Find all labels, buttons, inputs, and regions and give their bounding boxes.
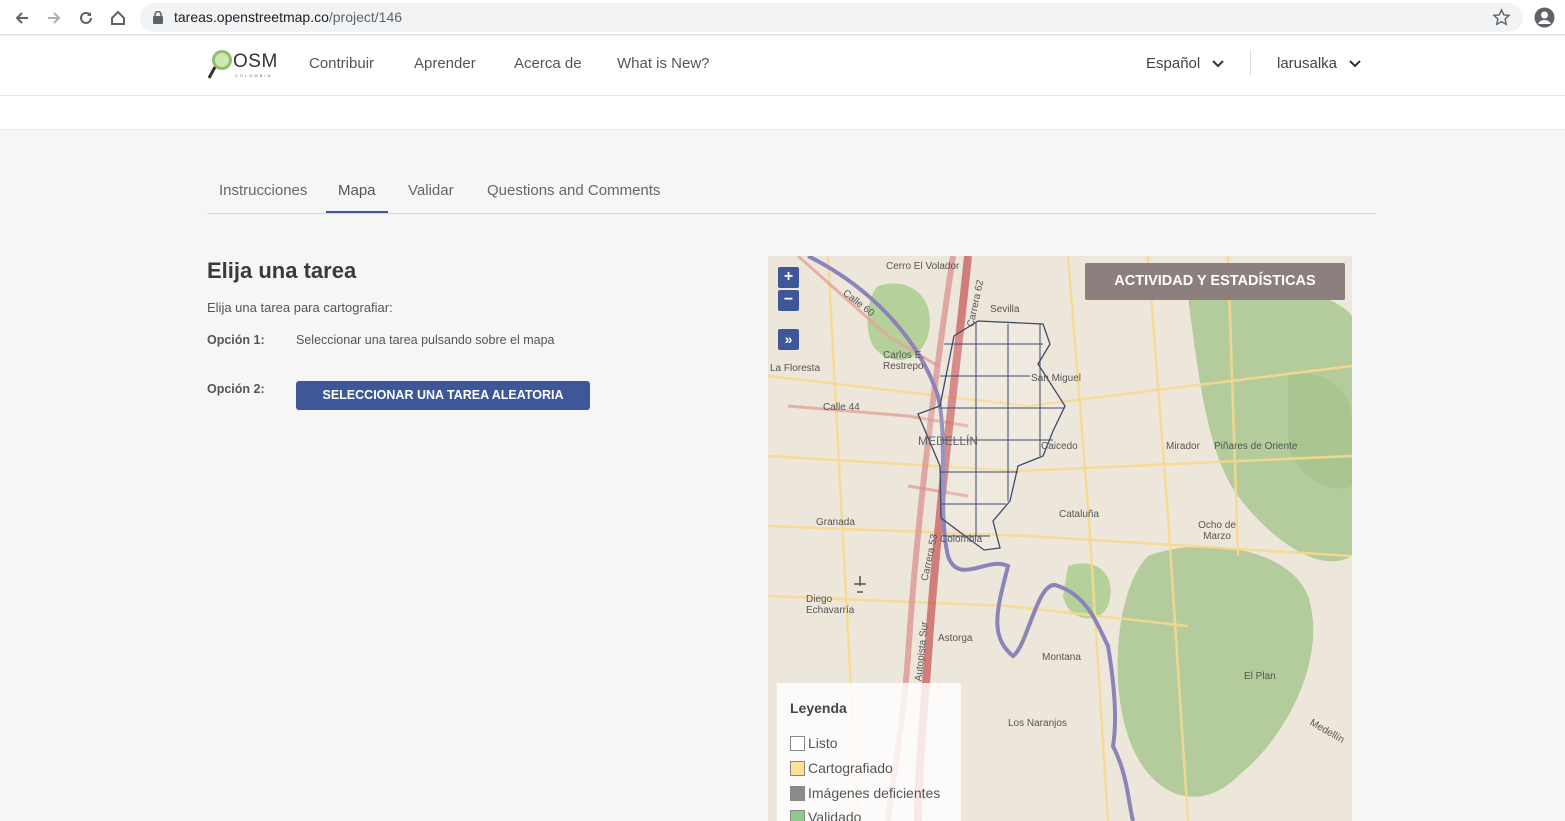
map-label: Montana <box>1042 652 1081 663</box>
map-label: Diego Echavarría <box>806 594 855 616</box>
reload-icon[interactable] <box>74 6 98 30</box>
map-legend: Leyenda Listo Cartografiado Imágenes def… <box>777 683 961 821</box>
user-menu[interactable]: larusalka <box>1277 55 1361 72</box>
legend-item-listo: Listo <box>790 735 838 751</box>
profile-icon[interactable] <box>1534 7 1555 28</box>
tab-instrucciones[interactable]: Instrucciones <box>219 182 307 211</box>
legend-item-cartografiado: Cartografiado <box>790 760 893 776</box>
nav-contribuir[interactable]: Contribuir <box>309 55 374 72</box>
header-divider <box>1250 50 1251 76</box>
bookmark-star-icon[interactable] <box>1492 8 1511 27</box>
map-label: Sevilla <box>990 304 1020 315</box>
osm-colombia-logo[interactable]: OSM COLOMBIA <box>207 45 283 85</box>
expand-sidebar-button[interactable]: » <box>778 329 799 350</box>
map-label: Cataluña <box>1059 509 1100 520</box>
map-label: Caicedo <box>1041 441 1078 452</box>
map-label: MEDELLÍN <box>918 434 979 448</box>
legend-item-imagenes-deficientes: Imágenes deficientes <box>790 785 940 801</box>
nav-acerca-de[interactable]: Acerca de <box>514 55 582 72</box>
task-map[interactable]: + − » ACTIVIDAD Y ESTADÍSTICAS Cerro El … <box>768 256 1352 821</box>
map-label: Ocho de Marzo <box>1198 520 1236 542</box>
tab-mapa[interactable]: Mapa <box>326 182 388 213</box>
magnifier-logo-icon <box>207 50 232 79</box>
back-icon[interactable] <box>10 6 34 30</box>
legend-swatch <box>790 735 805 751</box>
zoom-out-button[interactable]: − <box>778 290 799 311</box>
map-label: Cerro El Volador <box>886 261 960 272</box>
zoom-in-button[interactable]: + <box>778 267 799 288</box>
home-icon[interactable] <box>106 6 130 30</box>
map-label: Colombia <box>940 534 983 545</box>
tab-validar[interactable]: Validar <box>408 182 454 211</box>
map-label: Piñares de Oriente <box>1214 441 1298 452</box>
task-title: Elija una tarea <box>207 258 357 283</box>
tab-questions-and-comments[interactable]: Questions and Comments <box>487 182 660 211</box>
chevron-down-icon <box>1212 59 1224 67</box>
map-label: Mirador <box>1166 441 1200 452</box>
forward-icon[interactable] <box>42 6 66 30</box>
map-label: Granada <box>816 517 855 528</box>
legend-item-validado: Validado <box>790 809 861 821</box>
task-subtitle: Elija una tarea para cartografiar: <box>207 300 393 315</box>
map-label: Carlos E. Restrepo <box>883 350 925 372</box>
map-label: Calle 44 <box>823 402 860 413</box>
legend-swatch <box>790 760 805 776</box>
option1-label: Opción 1: <box>207 333 265 347</box>
map-label: San Miguel <box>1031 373 1082 384</box>
activity-stats-button[interactable]: ACTIVIDAD Y ESTADÍSTICAS <box>1085 263 1345 300</box>
address-bar[interactable]: tareas.openstreetmap.co/project/146 <box>140 3 1523 32</box>
map-label: El Plan <box>1244 671 1276 682</box>
lock-icon <box>153 11 163 24</box>
map-label: La Floresta <box>770 363 821 374</box>
header-band <box>0 96 1565 130</box>
nav-what-is-new[interactable]: What is New? <box>617 55 710 72</box>
chevron-down-icon <box>1349 59 1361 67</box>
map-label: Los Naranjos <box>1008 718 1067 729</box>
option2-label: Opción 2: <box>207 382 265 396</box>
language-selector[interactable]: Español <box>1146 55 1224 72</box>
project-tabs: Instrucciones Mapa Validar Questions and… <box>207 170 1376 214</box>
option1-text: Seleccionar una tarea pulsando sobre el … <box>296 333 555 347</box>
legend-swatch <box>790 809 805 821</box>
random-task-button[interactable]: SELECCIONAR UNA TAREA ALEATORIA <box>296 381 590 410</box>
nav-aprender[interactable]: Aprender <box>414 55 476 72</box>
browser-toolbar: tareas.openstreetmap.co/project/146 <box>0 0 1565 35</box>
url-text: tareas.openstreetmap.co/project/146 <box>174 9 403 25</box>
site-header: OSM COLOMBIA Contribuir Aprender Acerca … <box>0 36 1565 96</box>
map-label: Astorga <box>938 633 973 644</box>
legend-swatch <box>790 785 805 801</box>
